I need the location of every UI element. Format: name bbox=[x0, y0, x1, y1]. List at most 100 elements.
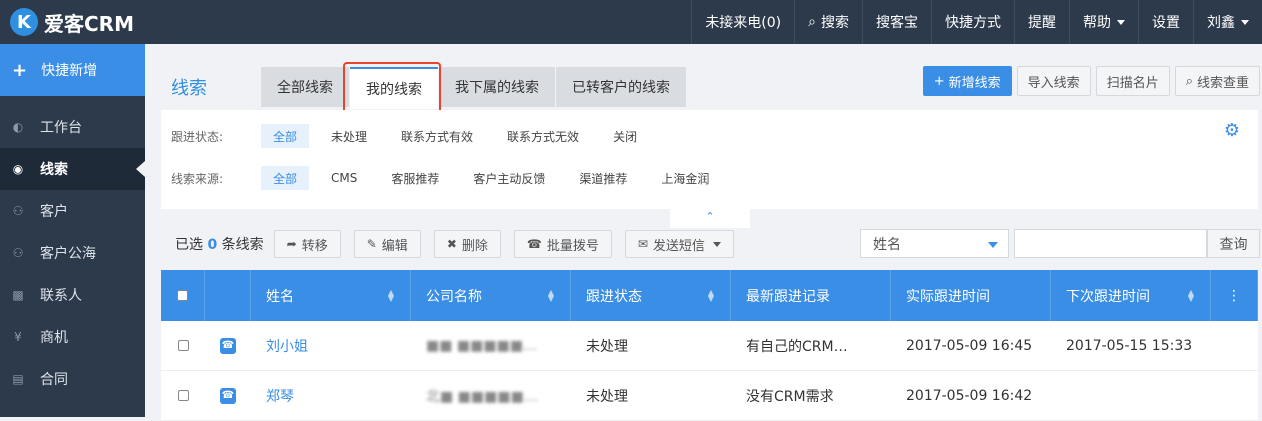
sidebar-item-opportunities[interactable]: ¥ 商机 bbox=[0, 316, 145, 358]
search-icon: ⌕ bbox=[808, 14, 816, 30]
globe-icon: ◉ bbox=[12, 162, 24, 176]
users-icon: ⚇ bbox=[12, 246, 24, 260]
sidebar-item-customers[interactable]: ⚇ 客户 bbox=[0, 190, 145, 232]
user-menu[interactable]: 刘鑫 bbox=[1193, 0, 1262, 44]
selected-number: 0 bbox=[207, 237, 218, 253]
search-field-select[interactable]: 姓名 bbox=[860, 229, 1009, 258]
page-title: 线索 bbox=[171, 78, 207, 99]
batch-call-button[interactable]: ☎ 批量拨号 bbox=[513, 230, 612, 258]
select-all-checkbox[interactable] bbox=[177, 290, 188, 301]
latest-record-cell: 没有CRM需求 bbox=[746, 388, 834, 405]
column-header-status[interactable]: 跟进状态 ▲ ▼ bbox=[571, 270, 731, 321]
column-header-company[interactable]: 公司名称 ▲ ▼ bbox=[411, 270, 571, 321]
missed-calls-link[interactable]: 未接来电(0) bbox=[691, 0, 794, 44]
row-checkbox[interactable] bbox=[177, 390, 189, 401]
column-label: 下次跟进时间 bbox=[1066, 288, 1150, 305]
import-leads-button[interactable]: 导入线索 bbox=[1016, 66, 1091, 96]
document-icon: ▤ bbox=[12, 372, 24, 386]
dedupe-leads-button[interactable]: ⌕ 线索查重 bbox=[1174, 66, 1260, 96]
transfer-label: 转移 bbox=[301, 238, 328, 254]
list-toolbar: 已选 0 条线索 ➦ 转移 ✎ 编辑 ✖ 删除 ☎ 批量拨号 ✉ 发送短信 姓名 查询 bbox=[161, 228, 1262, 260]
column-header-latest-record[interactable]: 最新跟进记录 bbox=[731, 270, 891, 321]
lead-name-link[interactable]: 郑琴 bbox=[251, 386, 411, 406]
status-option[interactable]: 联系方式有效 bbox=[389, 124, 485, 148]
sidebar: + 快捷新增 ◐ 工作台 ◉ 线索 ⚇ 客户 ⚇ 客户公海 ▩ 联系人 ¥ 商机 ▤ 合同 bbox=[0, 44, 145, 417]
sidebar-item-dashboard[interactable]: ◐ 工作台 bbox=[0, 106, 145, 148]
source-option[interactable]: 客服推荐 bbox=[379, 166, 451, 190]
close-icon: ✖ bbox=[446, 237, 457, 251]
chevron-down-icon bbox=[712, 241, 721, 247]
plus-icon: + bbox=[12, 59, 28, 81]
tab-all-leads[interactable]: 全部线索 bbox=[261, 67, 349, 107]
sort-icon: ▲ ▼ bbox=[707, 288, 714, 303]
sidebar-item-label: 客户 bbox=[40, 204, 68, 220]
tab-subordinate-leads[interactable]: 我下属的线索 bbox=[439, 67, 555, 107]
search-field-value: 姓名 bbox=[873, 236, 901, 253]
leads-table: 姓名 ▲ ▼ 公司名称 ▲ ▼ 跟进状态 ▲ ▼ 最新跟进记录 实际跟进时间 下次跟进时间 ▲… bbox=[161, 270, 1258, 421]
search-input[interactable] bbox=[1014, 229, 1207, 258]
source-option[interactable]: 全部 bbox=[261, 166, 310, 190]
column-header-name[interactable]: 姓名 ▲ ▼ bbox=[251, 270, 411, 321]
table-row[interactable]: ☎ 郑琴 北■ ■■■■■… 未处理 没有CRM需求 2017-05-09 16… bbox=[161, 371, 1258, 421]
column-header-actual-time[interactable]: 实际跟进时间 bbox=[891, 270, 1051, 321]
column-options-button[interactable]: ⋮ bbox=[1211, 270, 1258, 321]
chevron-down-icon bbox=[988, 242, 998, 248]
lead-name-link[interactable]: 刘小姐 bbox=[251, 336, 411, 356]
status-option[interactable]: 未处理 bbox=[319, 124, 379, 148]
sidebar-item-leads[interactable]: ◉ 线索 bbox=[0, 148, 145, 190]
sidebar-item-label: 合同 bbox=[40, 372, 68, 388]
source-option[interactable]: 上海金润 bbox=[649, 166, 721, 190]
column-label: 最新跟进记录 bbox=[746, 288, 830, 305]
row-checkbox[interactable] bbox=[177, 340, 189, 351]
soukebao-link[interactable]: 搜客宝 bbox=[862, 0, 931, 44]
column-label: 跟进状态 bbox=[586, 288, 642, 305]
lead-tabs: 全部线索 我的线索 我下属的线索 已转客户的线索 bbox=[261, 67, 687, 109]
new-lead-button[interactable]: + 新增线索 bbox=[922, 66, 1012, 96]
sidebar-item-customer-pool[interactable]: ⚇ 客户公海 bbox=[0, 232, 145, 274]
settings-link[interactable]: 设置 bbox=[1138, 0, 1193, 44]
plus-icon: + bbox=[933, 73, 945, 89]
edit-label: 编辑 bbox=[381, 238, 408, 254]
quick-add-button[interactable]: + 快捷新增 bbox=[0, 44, 145, 96]
help-menu[interactable]: 帮助 bbox=[1069, 0, 1138, 44]
source-option[interactable]: 客户主动反馈 bbox=[461, 166, 557, 190]
column-header-next-time[interactable]: 下次跟进时间 ▲ ▼ bbox=[1051, 270, 1211, 321]
scan-card-button[interactable]: 扫描名片 bbox=[1095, 66, 1170, 96]
source-filter: 线索来源: 全部 CMS 客服推荐 客户主动反馈 渠道推荐 上海金润 bbox=[171, 166, 731, 190]
reminders-link[interactable]: 提醒 bbox=[1014, 0, 1069, 44]
edit-button[interactable]: ✎ 编辑 bbox=[353, 230, 421, 258]
gear-icon[interactable]: ⚙ bbox=[1224, 120, 1240, 141]
phone-icon[interactable]: ☎ bbox=[220, 337, 236, 354]
send-sms-button[interactable]: ✉ 发送短信 bbox=[624, 230, 734, 258]
sidebar-item-contracts[interactable]: ▤ 合同 bbox=[0, 358, 145, 400]
status-option[interactable]: 关闭 bbox=[601, 124, 649, 148]
phone-icon[interactable]: ☎ bbox=[220, 387, 236, 404]
help-label: 帮助 bbox=[1083, 15, 1111, 31]
chat-icon: ▩ bbox=[12, 288, 24, 302]
users-icon: ⚇ bbox=[12, 204, 24, 218]
query-button[interactable]: 查询 bbox=[1207, 229, 1260, 258]
tab-converted-leads[interactable]: 已转客户的线索 bbox=[556, 67, 686, 107]
shortcuts-link[interactable]: 快捷方式 bbox=[931, 0, 1014, 44]
delete-button[interactable]: ✖ 删除 bbox=[433, 230, 501, 258]
next-time-cell: 2017-05-15 15:33 bbox=[1066, 337, 1193, 354]
sidebar-item-label: 商机 bbox=[40, 330, 68, 346]
status-option[interactable]: 全部 bbox=[261, 124, 310, 148]
column-label: 公司名称 bbox=[426, 288, 482, 305]
source-option[interactable]: CMS bbox=[319, 166, 369, 190]
search-link[interactable]: ⌕ 搜索 bbox=[794, 0, 862, 44]
status-option[interactable]: 联系方式无效 bbox=[495, 124, 591, 148]
quick-add-label: 快捷新增 bbox=[41, 63, 98, 79]
dashboard-icon: ◐ bbox=[12, 120, 24, 134]
sidebar-item-contacts[interactable]: ▩ 联系人 bbox=[0, 274, 145, 316]
actual-time-cell: 2017-05-09 16:42 bbox=[906, 387, 1033, 404]
sort-icon: ▲ ▼ bbox=[1187, 288, 1194, 303]
brand-logo[interactable]: K 爱客CRM bbox=[0, 0, 145, 44]
dedupe-label: 线索查重 bbox=[1196, 75, 1249, 91]
collapse-filter-button[interactable]: ⌃ bbox=[670, 208, 750, 228]
source-option[interactable]: 渠道推荐 bbox=[567, 166, 639, 190]
share-icon: ➦ bbox=[286, 237, 297, 251]
table-row[interactable]: ☎ 刘小姐 ■■ ■■■■■… 未处理 有自己的CRM… 2017-05-09 … bbox=[161, 321, 1258, 371]
transfer-button[interactable]: ➦ 转移 bbox=[273, 230, 341, 258]
search-label: 搜索 bbox=[821, 15, 849, 31]
